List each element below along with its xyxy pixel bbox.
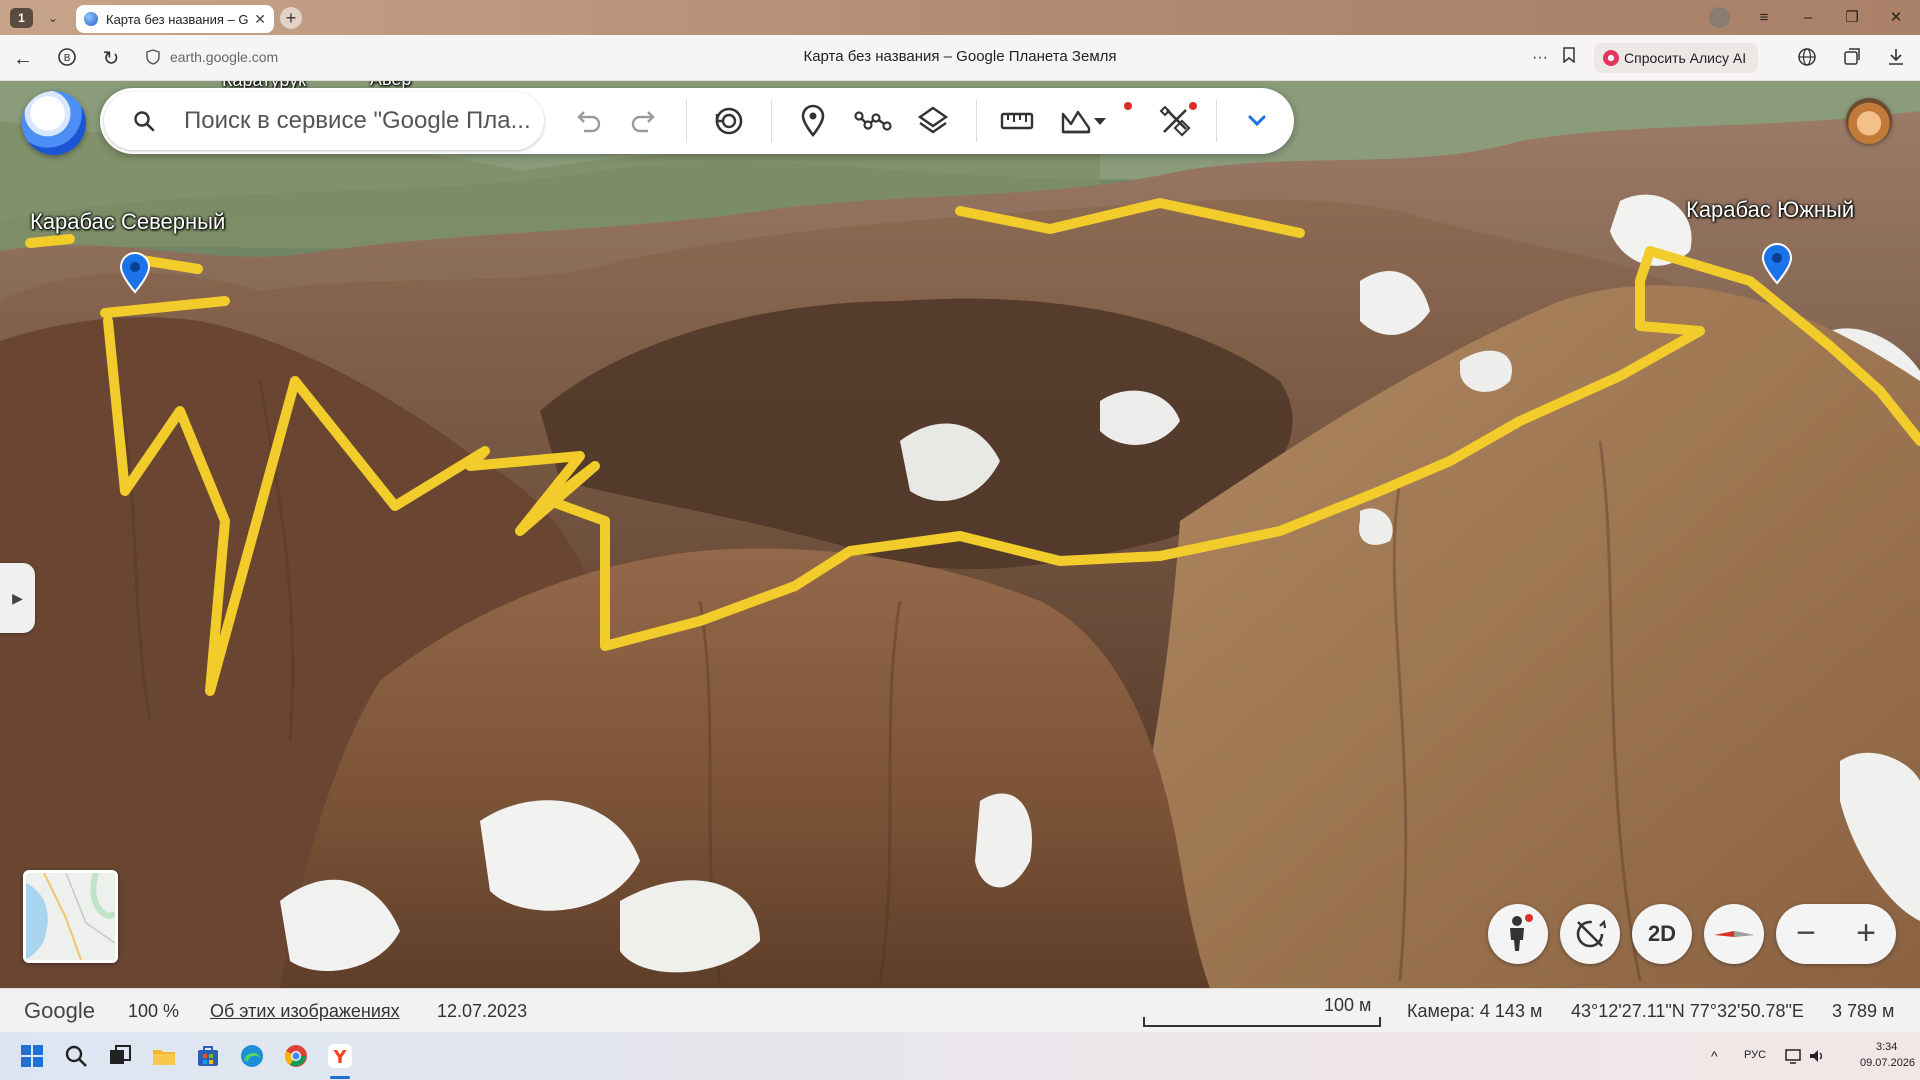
svg-text:B: B	[64, 53, 71, 64]
google-earth-logo-icon[interactable]	[22, 91, 86, 155]
camera-altitude: Камера: 4 143 м	[1407, 1001, 1543, 1021]
windows-start-icon[interactable]	[18, 1042, 46, 1070]
back-arrow-icon[interactable]: ←	[11, 47, 35, 71]
search-box[interactable]	[104, 92, 544, 150]
placemark-pin-icon[interactable]	[118, 252, 152, 294]
input-language[interactable]: РУС	[1744, 1049, 1766, 1061]
downloads-icon[interactable]	[1885, 47, 1907, 69]
tab-close-icon[interactable]: ✕	[254, 11, 266, 28]
toolbar-separator	[976, 100, 977, 142]
tray-overflow-chevron-icon[interactable]: ^	[1711, 1048, 1718, 1064]
imagery-date: 12.07.2023	[437, 1001, 528, 1021]
dropdown-arrow-icon[interactable]	[1090, 102, 1110, 140]
undo-icon[interactable]	[568, 102, 606, 140]
clock-time[interactable]: 3:34	[1876, 1041, 1897, 1053]
reload-icon[interactable]: ↻	[99, 47, 123, 71]
redo-icon[interactable]	[626, 102, 664, 140]
street-view-pegman-button[interactable]	[1488, 904, 1548, 964]
edge-browser-icon[interactable]	[238, 1042, 266, 1070]
active-app-indicator	[330, 1076, 350, 1079]
zoom-controls: − +	[1776, 904, 1896, 964]
rotation-off-icon	[1576, 919, 1607, 948]
clock-date[interactable]: 09.07.2026	[1860, 1057, 1915, 1069]
peak-label-karabas-north[interactable]: Карабас Северный	[30, 209, 225, 235]
notification-dot	[1124, 102, 1132, 110]
chrome-browser-icon[interactable]	[282, 1042, 310, 1070]
taskbar-search-icon[interactable]	[62, 1042, 90, 1070]
compass-icon	[1714, 931, 1754, 937]
tools-icon[interactable]	[1156, 102, 1194, 140]
translate-globe-icon[interactable]	[1796, 47, 1818, 69]
google-earth-favicon-icon	[84, 12, 98, 26]
status-bar: Google 100 % Об этих изображениях 12.07.…	[0, 988, 1920, 1032]
pegman-icon	[1510, 914, 1533, 951]
zoom-in-button[interactable]: +	[1836, 904, 1896, 964]
protect-icon[interactable]: B	[55, 47, 79, 71]
collections-icon[interactable]	[1841, 47, 1863, 69]
file-explorer-icon[interactable]	[150, 1042, 178, 1070]
draw-path-icon[interactable]	[854, 102, 892, 140]
microsoft-store-icon[interactable]	[194, 1042, 222, 1070]
measure-ruler-icon[interactable]	[998, 102, 1036, 140]
browser-profile-icon[interactable]	[1709, 7, 1730, 28]
search-input[interactable]	[184, 104, 534, 138]
toolbar	[100, 88, 1294, 154]
tab-list-chevron-icon[interactable]: ⌄	[43, 8, 63, 28]
user-avatar[interactable]	[1846, 98, 1892, 144]
ask-alice-button[interactable]: Спросить Алису AI	[1594, 43, 1759, 73]
volume-icon[interactable]	[1808, 1047, 1826, 1065]
toggle-2d-button[interactable]: 2D	[1632, 904, 1692, 964]
terrain-imagery[interactable]	[0, 81, 1920, 988]
earth-3d-view[interactable]: Каратурук Авер Карабас Северный Карабас …	[0, 81, 1920, 988]
expand-chevron-down-icon[interactable]	[1238, 102, 1276, 140]
windows-taskbar: Y ^ РУС 3:34 09.07.2026	[0, 1032, 1920, 1080]
network-icon[interactable]	[1784, 1047, 1802, 1065]
placemark-pin-icon[interactable]	[1760, 243, 1794, 285]
add-placemark-icon[interactable]	[794, 102, 832, 140]
url-text[interactable]: earth.google.com	[170, 49, 278, 65]
bookmark-icon[interactable]	[1558, 47, 1580, 69]
tab-title: Карта без названия – G	[106, 11, 249, 27]
compass-button[interactable]	[1704, 904, 1764, 964]
side-panel-expand-icon[interactable]: ▶	[0, 563, 35, 633]
notification-dot	[1189, 102, 1197, 110]
zoom-out-button[interactable]: −	[1776, 904, 1836, 964]
new-tab-button[interactable]: +	[280, 7, 302, 29]
scale-bar	[1143, 1017, 1381, 1027]
browser-menu-icon[interactable]: ≡	[1752, 7, 1776, 29]
toolbar-separator	[771, 100, 772, 142]
close-window-button[interactable]: ✕	[1884, 7, 1908, 29]
minimize-window-button[interactable]: –	[1796, 7, 1820, 29]
about-imagery-link[interactable]: Об этих изображениях	[210, 1001, 400, 1022]
ask-alice-label: Спросить Алису AI	[1624, 50, 1747, 66]
peak-label-karabas-south[interactable]: Карабас Южный	[1686, 197, 1854, 223]
toolbar-separator	[686, 100, 687, 142]
browser-tab-bar: 1 ⌄ Карта без названия – G ✕ + ≡ – ❐ ✕	[0, 0, 1920, 35]
imagery-opacity: 100 %	[128, 1001, 180, 1021]
tab-counter[interactable]: 1	[10, 8, 33, 28]
scale-label: 100 м	[1324, 995, 1372, 1015]
restore-window-button[interactable]: ❐	[1840, 7, 1864, 29]
overview-minimap[interactable]	[23, 870, 118, 963]
ground-elevation: 3 789 м	[1832, 1001, 1895, 1021]
task-view-icon[interactable]	[106, 1042, 134, 1070]
toolbar-separator	[1216, 100, 1217, 142]
history-timelapse-icon[interactable]	[710, 102, 748, 140]
search-icon[interactable]	[132, 109, 156, 133]
browser-tab-active[interactable]: Карта без названия – G ✕	[76, 5, 274, 33]
yandex-browser-icon[interactable]: Y	[326, 1042, 354, 1070]
site-info-shield-icon[interactable]	[146, 49, 160, 65]
layers-icon[interactable]	[914, 102, 952, 140]
toggle-3d-rotation-button[interactable]	[1560, 904, 1620, 964]
svg-text:Y: Y	[332, 1047, 347, 1068]
google-wordmark: Google	[24, 998, 95, 1023]
address-bar: ← B ↻ earth.google.com Карта без названи…	[0, 35, 1920, 81]
alice-icon	[1603, 50, 1619, 66]
more-options-icon[interactable]: ···	[1529, 47, 1551, 69]
cursor-coordinates: 43°12'27.11"N 77°32'50.78"E	[1571, 1001, 1804, 1021]
